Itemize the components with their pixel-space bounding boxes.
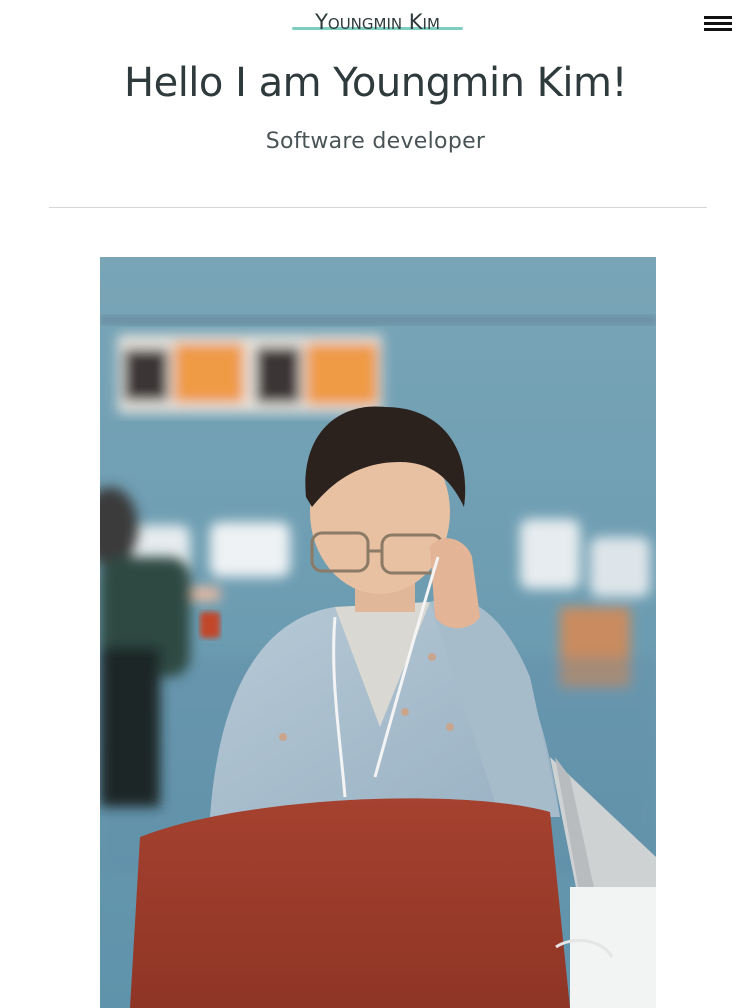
site-title-link[interactable]: Youngmin Kim [292,9,463,35]
page: Youngmin Kim Hello I am Youngmin Kim! So… [0,0,751,1008]
section-divider [49,207,707,208]
profile-photo-illustration [100,257,656,1008]
menu-bar [704,28,732,31]
profile-photo [100,257,656,1008]
menu-bar [704,22,732,25]
menu-bar [704,16,732,19]
hero-subtitle: Software developer [265,129,486,154]
site-header: Youngmin Kim [0,0,751,50]
site-title-text: Youngmin Kim [315,10,440,34]
hero-heading: Hello I am Youngmin Kim! [124,60,627,106]
hamburger-menu-icon[interactable] [704,14,732,34]
